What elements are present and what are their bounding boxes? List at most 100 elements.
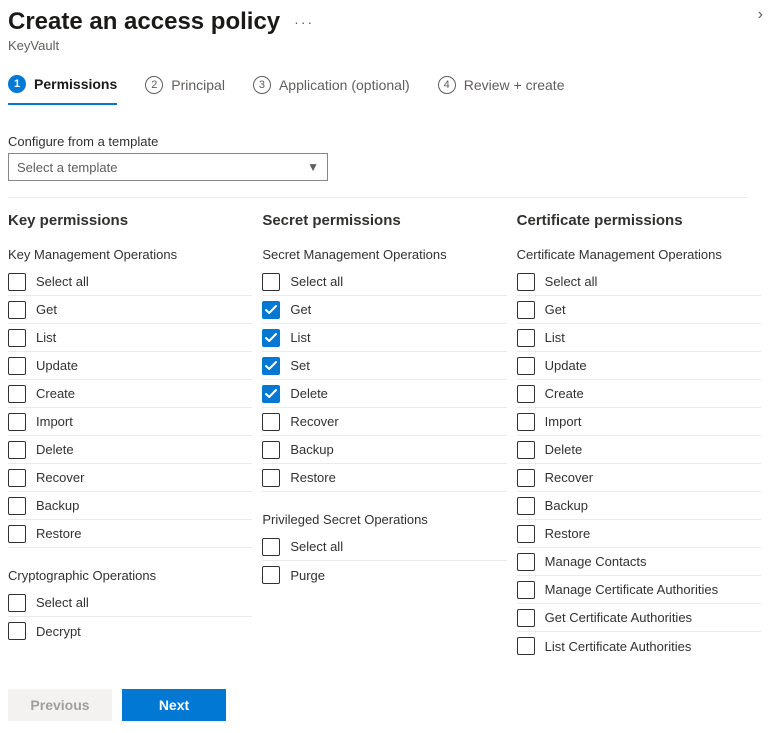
checkbox[interactable] (517, 581, 535, 599)
step-number: 1 (8, 75, 26, 93)
permission-row[interactable]: List (262, 324, 506, 352)
secret-permissions-column: Secret permissions Secret Management Ope… (262, 212, 506, 660)
checkbox[interactable] (262, 385, 280, 403)
permission-label: List (290, 330, 310, 345)
permission-label: Recover (290, 414, 338, 429)
permission-row[interactable]: List (517, 324, 761, 352)
checkbox[interactable] (8, 413, 26, 431)
checkbox[interactable] (262, 441, 280, 459)
permission-row[interactable]: Decrypt (8, 617, 252, 645)
checkbox[interactable] (8, 329, 26, 347)
checkbox[interactable] (262, 357, 280, 375)
permission-row[interactable]: Backup (262, 436, 506, 464)
checkbox[interactable] (8, 622, 26, 640)
permission-row[interactable]: Recover (262, 408, 506, 436)
permission-label: Decrypt (36, 624, 81, 639)
permission-row[interactable]: Backup (8, 492, 252, 520)
column-title: Key permissions (8, 212, 252, 229)
permission-row[interactable]: Get (8, 296, 252, 324)
permission-row[interactable]: Create (517, 380, 761, 408)
permission-row[interactable]: Get (517, 296, 761, 324)
permission-row[interactable]: Select all (8, 268, 252, 296)
permission-row[interactable]: Manage Contacts (517, 548, 761, 576)
permission-row[interactable]: Select all (262, 533, 506, 561)
checkbox[interactable] (517, 301, 535, 319)
checkbox[interactable] (262, 469, 280, 487)
checkbox[interactable] (517, 469, 535, 487)
step-application[interactable]: 3 Application (optional) (253, 75, 410, 105)
permission-label: Import (545, 414, 582, 429)
checkbox[interactable] (517, 357, 535, 375)
checkbox[interactable] (517, 553, 535, 571)
checkbox[interactable] (262, 301, 280, 319)
permission-row[interactable]: Import (8, 408, 252, 436)
checkbox[interactable] (262, 538, 280, 556)
page-title: Create an access policy (8, 8, 280, 36)
checkbox[interactable] (517, 525, 535, 543)
step-label: Permissions (34, 76, 117, 92)
permission-row[interactable]: Get (262, 296, 506, 324)
checkbox[interactable] (8, 497, 26, 515)
checkbox[interactable] (8, 273, 26, 291)
template-label: Configure from a template (8, 134, 761, 149)
permission-row[interactable]: Delete (517, 436, 761, 464)
permission-row[interactable]: Update (517, 352, 761, 380)
checkbox[interactable] (8, 525, 26, 543)
checkbox[interactable] (262, 329, 280, 347)
previous-button[interactable]: Previous (8, 689, 112, 721)
permission-row[interactable]: Restore (8, 520, 252, 548)
key-permissions-column: Key permissions Key Management Operation… (8, 212, 252, 660)
step-number: 2 (145, 76, 163, 94)
permission-row[interactable]: Select all (262, 268, 506, 296)
checkbox[interactable] (8, 469, 26, 487)
step-principal[interactable]: 2 Principal (145, 75, 225, 105)
permission-row[interactable]: Set (262, 352, 506, 380)
permission-row[interactable]: Manage Certificate Authorities (517, 576, 761, 604)
wizard-steps: 1 Permissions 2 Principal 3 Application … (0, 53, 769, 106)
permission-row[interactable]: Restore (262, 464, 506, 492)
permission-row[interactable]: Update (8, 352, 252, 380)
permission-row[interactable]: Delete (8, 436, 252, 464)
column-title: Secret permissions (262, 212, 506, 229)
checkbox[interactable] (517, 385, 535, 403)
permission-row[interactable]: Restore (517, 520, 761, 548)
checkbox[interactable] (517, 497, 535, 515)
permission-label: Backup (36, 498, 79, 513)
permission-label: Manage Contacts (545, 554, 647, 569)
permission-row[interactable]: Recover (517, 464, 761, 492)
checkbox[interactable] (517, 609, 535, 627)
step-permissions[interactable]: 1 Permissions (8, 75, 117, 105)
permission-row[interactable]: Select all (517, 268, 761, 296)
permission-label: Restore (36, 526, 82, 541)
permission-row[interactable]: Backup (517, 492, 761, 520)
checkbox[interactable] (8, 301, 26, 319)
checkbox[interactable] (517, 637, 535, 655)
checkbox[interactable] (8, 357, 26, 375)
checkbox[interactable] (262, 413, 280, 431)
checkbox[interactable] (262, 566, 280, 584)
checkbox[interactable] (517, 441, 535, 459)
checkbox[interactable] (517, 413, 535, 431)
permission-label: Set (290, 358, 310, 373)
next-button[interactable]: Next (122, 689, 226, 721)
step-label: Review + create (464, 77, 565, 93)
checkbox[interactable] (517, 273, 535, 291)
checkbox[interactable] (8, 594, 26, 612)
permission-row[interactable]: Purge (262, 561, 506, 589)
permission-row[interactable]: Select all (8, 589, 252, 617)
checkbox[interactable] (8, 385, 26, 403)
step-review[interactable]: 4 Review + create (438, 75, 565, 105)
permission-row[interactable]: List (8, 324, 252, 352)
permission-row[interactable]: Import (517, 408, 761, 436)
checkbox[interactable] (8, 441, 26, 459)
more-icon[interactable]: ··· (294, 14, 314, 30)
permission-row[interactable]: Delete (262, 380, 506, 408)
permission-row[interactable]: Get Certificate Authorities (517, 604, 761, 632)
template-select[interactable]: Select a template ▼ (8, 153, 328, 181)
permission-row[interactable]: Create (8, 380, 252, 408)
checkbox[interactable] (517, 329, 535, 347)
permission-row[interactable]: List Certificate Authorities (517, 632, 761, 660)
permission-row[interactable]: Recover (8, 464, 252, 492)
close-icon[interactable]: › (758, 6, 763, 24)
checkbox[interactable] (262, 273, 280, 291)
